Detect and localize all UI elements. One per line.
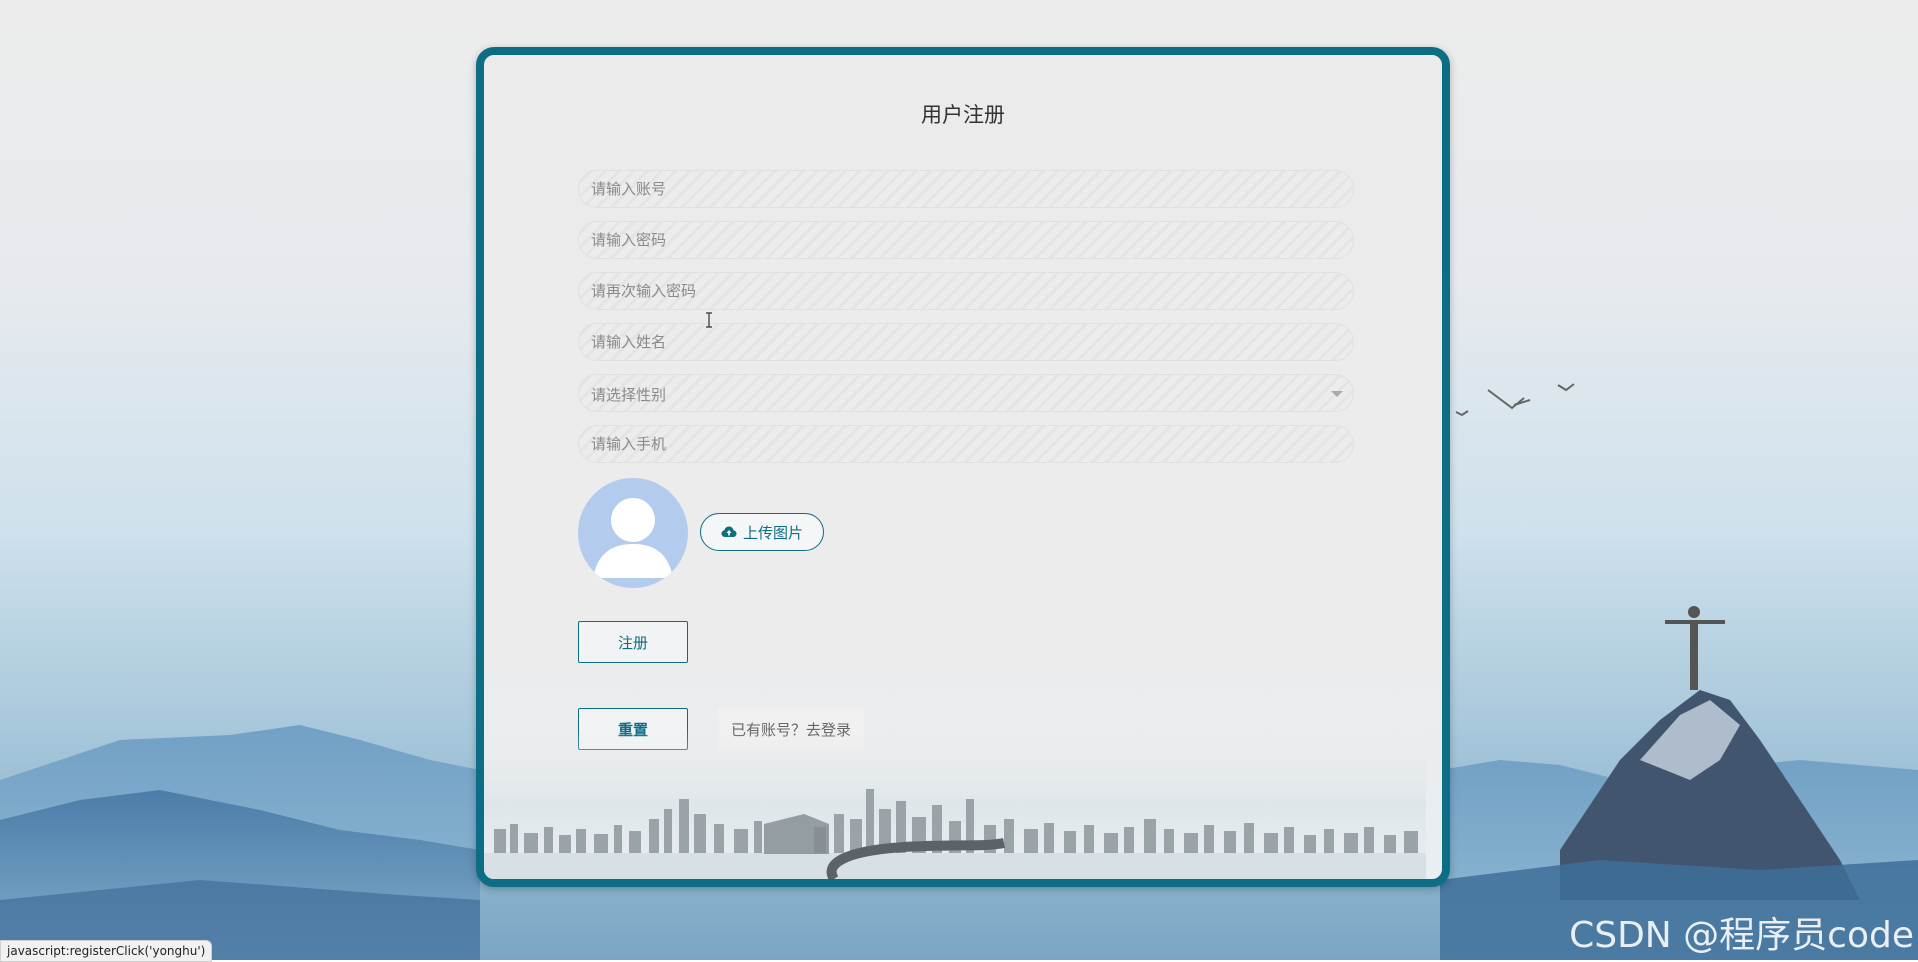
- account-input[interactable]: [579, 171, 1353, 207]
- upload-image-button[interactable]: 上传图片: [700, 513, 824, 551]
- page-title: 用户注册: [921, 103, 1005, 127]
- text-cursor-icon: [706, 312, 712, 328]
- cloud-upload-icon: [721, 525, 737, 539]
- user-silhouette-icon: [593, 498, 673, 578]
- chevron-down-icon: [1331, 391, 1343, 397]
- status-bar-url: javascript:registerClick('yonghu'): [0, 940, 213, 962]
- phone-input[interactable]: [579, 426, 1353, 462]
- register-button[interactable]: 注册: [578, 621, 688, 663]
- city-skyline-illustration: [484, 729, 1426, 879]
- gender-select[interactable]: 请选择性别: [578, 374, 1354, 412]
- password-confirm-field-wrapper: [578, 272, 1354, 310]
- password-input[interactable]: [579, 222, 1353, 258]
- name-field-wrapper: [578, 323, 1354, 361]
- gender-select-placeholder: 请选择性别: [591, 386, 667, 404]
- register-card: 用户注册 请选择性别 上传图片 注册 重置 已有账号？去登录: [476, 47, 1450, 887]
- name-input[interactable]: [579, 324, 1353, 360]
- account-field-wrapper: [578, 170, 1354, 208]
- upload-image-label: 上传图片: [742, 523, 803, 542]
- avatar: [578, 478, 688, 588]
- password-confirm-input[interactable]: [579, 273, 1353, 309]
- watermark: CSDN @程序员code: [1569, 915, 1914, 956]
- phone-field-wrapper: [578, 425, 1354, 463]
- password-field-wrapper: [578, 221, 1354, 259]
